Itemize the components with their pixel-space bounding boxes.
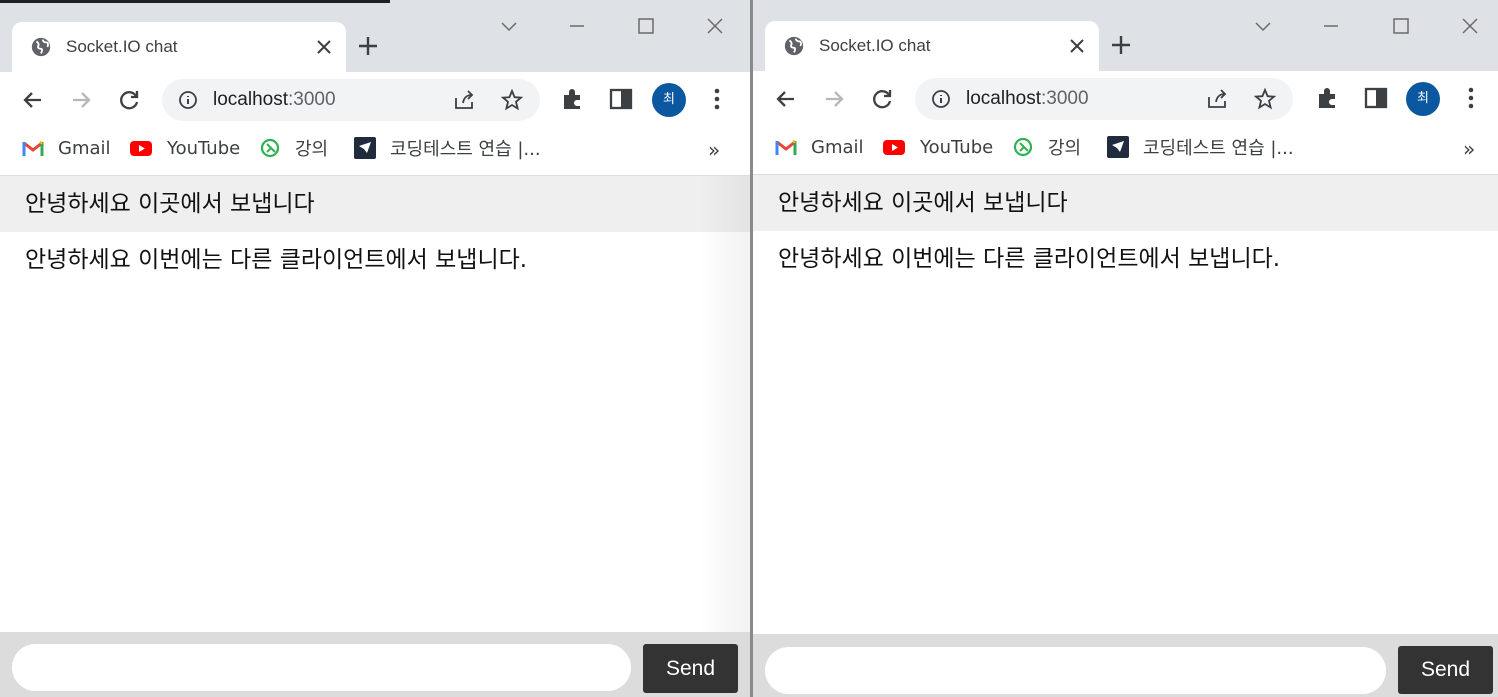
bookmark-star-icon[interactable] — [500, 88, 524, 112]
close-tab-icon[interactable] — [314, 37, 334, 57]
maximize-icon[interactable] — [1387, 12, 1415, 40]
bookmarks-bar: Gmail YouTube 강의 코딩테스트 연습 |... » — [753, 127, 1498, 175]
bookmarks-overflow-button[interactable]: » — [1463, 137, 1475, 161]
back-icon[interactable] — [19, 86, 47, 114]
url-host: localhost — [213, 89, 288, 110]
youtube-icon — [130, 141, 152, 156]
forward-icon[interactable] — [820, 85, 848, 113]
programmers-icon — [354, 137, 376, 159]
gmail-icon — [22, 140, 44, 156]
bookmark-lecture[interactable]: 강의 — [259, 136, 328, 160]
tab-title: Socket.IO chat — [819, 36, 931, 55]
taskbar-edge — [0, 0, 390, 3]
browser-window-left: Socket.IO chat localhost:3000 최 Gmail Yo… — [0, 0, 750, 697]
send-button[interactable]: Send — [643, 644, 738, 693]
browser-window-right: Socket.IO chat localhost:3000 최 Gmail Yo… — [753, 0, 1498, 697]
url-text: localhost:3000 — [213, 87, 336, 113]
bookmark-lecture[interactable]: 강의 — [1012, 135, 1081, 159]
close-window-icon[interactable] — [701, 12, 729, 40]
bookmarks-bar: Gmail YouTube 강의 코딩테스트 연습 |... » — [0, 128, 750, 176]
bookmark-label: 강의 — [1048, 138, 1082, 159]
chat-input[interactable] — [765, 647, 1386, 694]
bookmark-label: 강의 — [295, 139, 329, 160]
bookmark-gmail[interactable]: Gmail — [22, 136, 111, 160]
bookmarks-overflow-button[interactable]: » — [708, 138, 720, 162]
browser-toolbar: localhost:3000 최 — [0, 72, 750, 128]
extensions-icon[interactable] — [560, 86, 586, 112]
bookmark-label: Gmail — [811, 136, 864, 158]
window-edge-shadow — [700, 176, 750, 632]
more-menu-icon[interactable] — [1458, 85, 1484, 111]
bookmark-gmail[interactable]: Gmail — [775, 135, 864, 159]
browser-toolbar: localhost:3000 최 — [753, 71, 1498, 127]
tab-search-icon[interactable] — [1249, 12, 1277, 40]
globe-icon — [784, 36, 804, 56]
more-menu-icon[interactable] — [704, 86, 730, 112]
tab-strip: Socket.IO chat — [0, 0, 750, 72]
minimize-icon[interactable] — [1317, 12, 1345, 40]
gmail-icon — [775, 139, 797, 155]
globe-icon — [31, 37, 51, 57]
share-icon[interactable] — [452, 88, 476, 112]
youtube-icon — [883, 140, 905, 155]
profile-avatar[interactable]: 최 — [652, 83, 686, 117]
back-icon[interactable] — [772, 85, 800, 113]
lecture-icon — [260, 138, 280, 158]
url-host: localhost — [966, 88, 1041, 109]
bookmark-label: Gmail — [58, 137, 111, 159]
side-panel-icon[interactable] — [1363, 85, 1389, 111]
chat-form: Send — [753, 634, 1498, 697]
site-info-icon[interactable] — [178, 90, 198, 110]
url-port: :3000 — [288, 89, 336, 110]
bookmark-label: 코딩테스트 연습 |... — [390, 139, 541, 160]
reload-icon[interactable] — [115, 86, 143, 114]
bookmark-youtube[interactable]: YouTube — [129, 136, 240, 160]
bookmark-coding-test[interactable]: 코딩테스트 연습 |... — [354, 136, 541, 160]
bookmark-label: YouTube — [167, 137, 241, 159]
bookmark-youtube[interactable]: YouTube — [882, 135, 993, 159]
tab-strip: Socket.IO chat — [753, 0, 1498, 72]
side-panel-icon[interactable] — [608, 86, 634, 112]
url-text: localhost:3000 — [966, 86, 1089, 112]
bookmark-coding-test[interactable]: 코딩테스트 연습 |... — [1107, 135, 1294, 159]
maximize-icon[interactable] — [632, 12, 660, 40]
message-item: 안녕하세요 이번에는 다른 클라이언트에서 보냅니다. — [778, 246, 1281, 272]
address-bar[interactable]: localhost:3000 — [162, 79, 540, 121]
tab-title: Socket.IO chat — [66, 37, 178, 56]
profile-avatar[interactable]: 최 — [1406, 82, 1440, 116]
lecture-icon — [1013, 137, 1033, 157]
chat-input[interactable] — [12, 644, 631, 691]
message-item: 안녕하세요 이번에는 다른 클라이언트에서 보냅니다. — [25, 247, 528, 273]
new-tab-icon[interactable] — [356, 34, 380, 58]
message-item: 안녕하세요 이곳에서 보냅니다 — [753, 175, 1498, 231]
messages-list: 안녕하세요 이곳에서 보냅니다 안녕하세요 이번에는 다른 클라이언트에서 보냅… — [0, 176, 750, 288]
tab-socketio-chat[interactable]: Socket.IO chat — [12, 22, 346, 72]
send-button[interactable]: Send — [1398, 646, 1493, 694]
share-icon[interactable] — [1205, 87, 1229, 111]
messages-list: 안녕하세요 이곳에서 보냅니다 안녕하세요 이번에는 다른 클라이언트에서 보냅… — [753, 175, 1498, 287]
url-port: :3000 — [1041, 88, 1089, 109]
forward-icon[interactable] — [67, 86, 95, 114]
message-item: 안녕하세요 이곳에서 보냅니다 — [0, 176, 750, 232]
bookmark-star-icon[interactable] — [1253, 87, 1277, 111]
site-info-icon[interactable] — [931, 89, 951, 109]
new-tab-icon[interactable] — [1109, 33, 1133, 57]
reload-icon[interactable] — [868, 85, 896, 113]
chat-form: Send — [0, 632, 750, 697]
bookmark-label: 코딩테스트 연습 |... — [1143, 138, 1294, 159]
extensions-icon[interactable] — [1315, 85, 1341, 111]
programmers-icon — [1107, 136, 1129, 158]
minimize-icon[interactable] — [563, 12, 591, 40]
close-window-icon[interactable] — [1456, 12, 1484, 40]
address-bar[interactable]: localhost:3000 — [915, 78, 1293, 120]
tab-socketio-chat[interactable]: Socket.IO chat — [765, 21, 1099, 71]
close-tab-icon[interactable] — [1067, 36, 1087, 56]
tab-search-icon[interactable] — [495, 12, 523, 40]
bookmark-label: YouTube — [920, 136, 994, 158]
